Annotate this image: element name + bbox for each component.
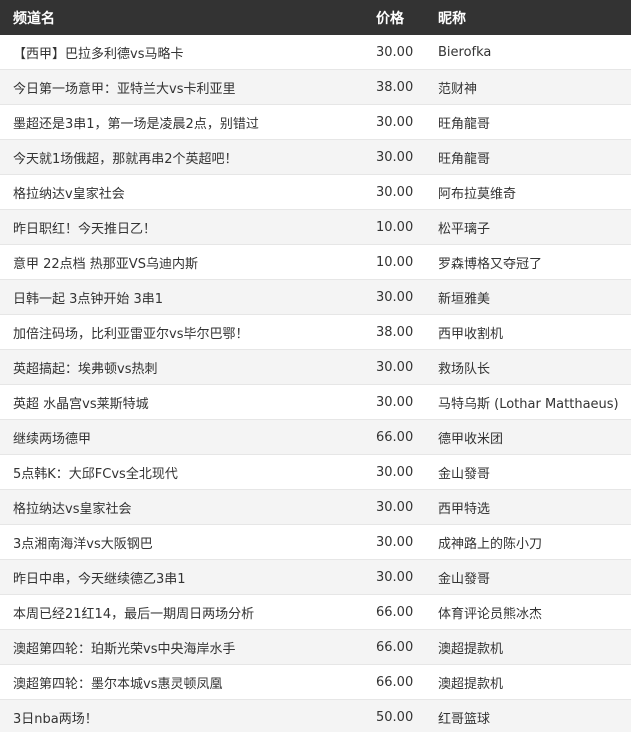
channel-name-link[interactable]: 意甲 22点档 热那亚VS乌迪内斯 (0, 253, 363, 272)
nickname-link[interactable]: 阿布拉莫维奇 (425, 183, 631, 202)
nickname-link[interactable]: Bierofka (425, 45, 631, 60)
nickname-link[interactable]: 德甲收米团 (425, 428, 631, 447)
channel-name-link[interactable]: 英超 水晶宫vs莱斯特城 (0, 393, 363, 412)
table-row[interactable]: 今天就1场俄超，那就再串2个英超吧！ 30.00 旺角龍哥 (0, 140, 631, 175)
table-row[interactable]: 今日第一场意甲：亚特兰大vs卡利亚里 38.00 范财神 (0, 70, 631, 105)
table-row[interactable]: 继续两场德甲 66.00 德甲收米团 (0, 420, 631, 455)
nickname-link[interactable]: 松平璃子 (425, 218, 631, 237)
nickname-link[interactable]: 救场队长 (425, 358, 631, 377)
table-row[interactable]: 昨日职红！今天推日乙！ 10.00 松平璃子 (0, 210, 631, 245)
channel-name-link[interactable]: 继续两场德甲 (0, 428, 363, 447)
price-cell: 30.00 (376, 289, 414, 305)
channel-name-link[interactable]: 昨日职红！今天推日乙！ (0, 218, 363, 237)
nickname-link[interactable]: 旺角龍哥 (425, 113, 631, 132)
channel-name-link[interactable]: 【西甲】巴拉多利德vs马略卡 (0, 43, 363, 62)
nickname-link[interactable]: 马特乌斯 (Lothar Matthaeus) (425, 393, 631, 412)
table-row[interactable]: 澳超第四轮：珀斯光荣vs中央海岸水手 66.00 澳超提款机 (0, 630, 631, 665)
nickname-link[interactable]: 成神路上的陈小刀 (425, 533, 631, 552)
nickname-link[interactable]: 体育评论员熊冰杰 (425, 603, 631, 622)
table-row[interactable]: 格拉纳达v皇家社会 30.00 阿布拉莫维奇 (0, 175, 631, 210)
channel-name-link[interactable]: 加倍注码场，比利亚雷亚尔vs毕尔巴鄂！ (0, 323, 363, 342)
nickname-link[interactable]: 罗森博格又夺冠了 (425, 253, 631, 272)
channel-name-link[interactable]: 3日nba两场！ (0, 708, 363, 727)
nickname-link[interactable]: 金山發哥 (425, 568, 631, 587)
price-cell: 30.00 (376, 569, 414, 585)
table-row[interactable]: 墨超还是3串1，第一场是凌晨2点，别错过 30.00 旺角龍哥 (0, 105, 631, 140)
table-row[interactable]: 【西甲】巴拉多利德vs马略卡 30.00 Bierofka (0, 35, 631, 70)
nickname-link[interactable]: 新垣雅美 (425, 288, 631, 307)
header-price: 价格 (376, 10, 404, 27)
price-cell: 30.00 (376, 114, 414, 130)
price-cell: 30.00 (376, 359, 414, 375)
nickname-link[interactable]: 范财神 (425, 78, 631, 97)
price-cell: 38.00 (376, 79, 414, 95)
table-row[interactable]: 日韩一起 3点钟开始 3串1 30.00 新垣雅美 (0, 280, 631, 315)
channel-name-link[interactable]: 昨日中串，今天继续德乙3串1 (0, 568, 363, 587)
table-row[interactable]: 昨日中串，今天继续德乙3串1 30.00 金山發哥 (0, 560, 631, 595)
price-cell: 66.00 (376, 604, 414, 620)
channel-name-link[interactable]: 日韩一起 3点钟开始 3串1 (0, 288, 363, 307)
header-nickname: 昵称 (438, 10, 466, 27)
channel-name-link[interactable]: 格拉纳达v皇家社会 (0, 183, 363, 202)
table-row[interactable]: 格拉纳达vs皇家社会 30.00 西甲特选 (0, 490, 631, 525)
channel-name-link[interactable]: 3点湘南海洋vs大阪钢巴 (0, 533, 363, 552)
channel-name-link[interactable]: 今天就1场俄超，那就再串2个英超吧！ (0, 148, 363, 167)
channel-table: 频道名 价格 昵称 【西甲】巴拉多利德vs马略卡 30.00 Bierofka 今日第… (0, 0, 631, 732)
price-cell: 30.00 (376, 394, 414, 410)
price-cell: 38.00 (376, 324, 414, 340)
price-cell: 66.00 (376, 674, 414, 690)
price-cell: 10.00 (376, 219, 414, 235)
price-cell: 30.00 (376, 44, 414, 60)
price-cell: 30.00 (376, 149, 414, 165)
nickname-link[interactable]: 澳超提款机 (425, 638, 631, 657)
nickname-link[interactable]: 西甲收割机 (425, 323, 631, 342)
channel-name-link[interactable]: 澳超第四轮：珀斯光荣vs中央海岸水手 (0, 638, 363, 657)
nickname-link[interactable]: 红哥篮球 (425, 708, 631, 727)
table-row[interactable]: 英超搞起：埃弗顿vs热刺 30.00 救场队长 (0, 350, 631, 385)
price-cell: 66.00 (376, 429, 414, 445)
channel-name-link[interactable]: 今日第一场意甲：亚特兰大vs卡利亚里 (0, 78, 363, 97)
nickname-link[interactable]: 旺角龍哥 (425, 148, 631, 167)
nickname-link[interactable]: 西甲特选 (425, 498, 631, 517)
table-body: 【西甲】巴拉多利德vs马略卡 30.00 Bierofka 今日第一场意甲：亚特兰大v… (0, 35, 631, 732)
channel-name-link[interactable]: 本周已经21红14，最后一期周日两场分析 (0, 603, 363, 622)
price-cell: 30.00 (376, 184, 414, 200)
table-row[interactable]: 澳超第四轮：墨尔本城vs惠灵顿凤凰 66.00 澳超提款机 (0, 665, 631, 700)
nickname-link[interactable]: 金山發哥 (425, 463, 631, 482)
channel-name-link[interactable]: 5点韩K：大邱FCvs全北现代 (0, 463, 363, 482)
table-row[interactable]: 加倍注码场，比利亚雷亚尔vs毕尔巴鄂！ 38.00 西甲收割机 (0, 315, 631, 350)
channel-name-link[interactable]: 墨超还是3串1，第一场是凌晨2点，别错过 (0, 113, 363, 132)
price-cell: 66.00 (376, 639, 414, 655)
table-row[interactable]: 本周已经21红14，最后一期周日两场分析 66.00 体育评论员熊冰杰 (0, 595, 631, 630)
nickname-link[interactable]: 澳超提款机 (425, 673, 631, 692)
price-cell: 50.00 (376, 709, 414, 725)
channel-name-link[interactable]: 格拉纳达vs皇家社会 (0, 498, 363, 517)
price-cell: 30.00 (376, 534, 414, 550)
table-row[interactable]: 3点湘南海洋vs大阪钢巴 30.00 成神路上的陈小刀 (0, 525, 631, 560)
channel-name-link[interactable]: 英超搞起：埃弗顿vs热刺 (0, 358, 363, 377)
price-cell: 10.00 (376, 254, 414, 270)
header-channel: 频道名 (13, 10, 55, 27)
price-cell: 30.00 (376, 499, 414, 515)
table-row[interactable]: 英超 水晶宫vs莱斯特城 30.00 马特乌斯 (Lothar Matthaeus) (0, 385, 631, 420)
table-row[interactable]: 意甲 22点档 热那亚VS乌迪内斯 10.00 罗森博格又夺冠了 (0, 245, 631, 280)
channel-name-link[interactable]: 澳超第四轮：墨尔本城vs惠灵顿凤凰 (0, 673, 363, 692)
table-row[interactable]: 3日nba两场！ 50.00 红哥篮球 (0, 700, 631, 732)
price-cell: 30.00 (376, 464, 414, 480)
table-header: 频道名 价格 昵称 (0, 0, 631, 35)
table-row[interactable]: 5点韩K：大邱FCvs全北现代 30.00 金山發哥 (0, 455, 631, 490)
